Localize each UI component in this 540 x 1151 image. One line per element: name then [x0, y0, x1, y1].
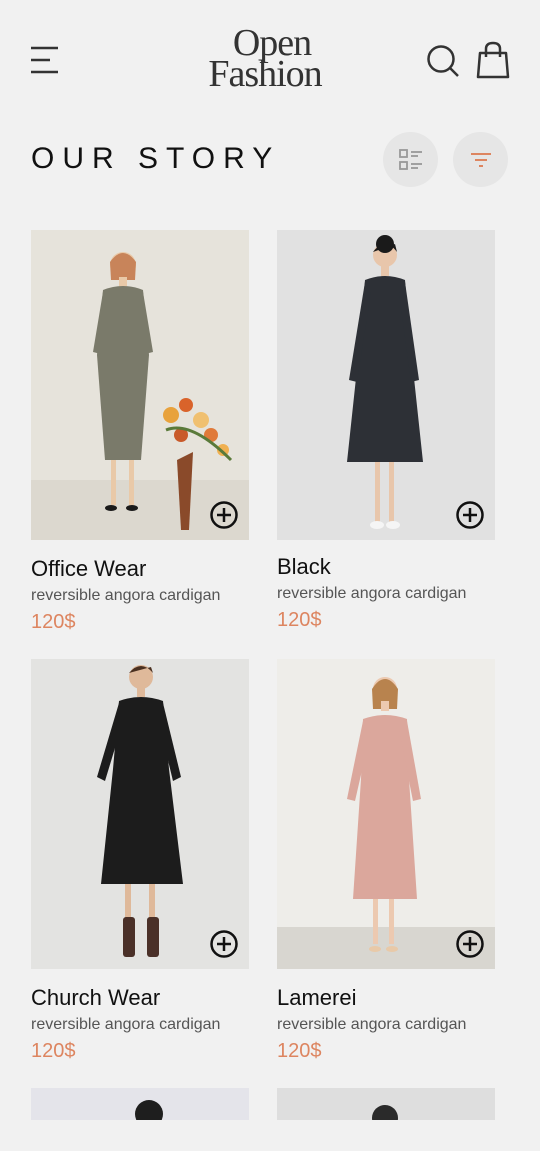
product-description: reversible angora cardigan	[277, 1016, 467, 1033]
product-card[interactable]: Office Wear reversible angora cardigan 1…	[31, 230, 249, 634]
product-name[interactable]: Lamerei	[277, 985, 495, 1011]
model-figure	[31, 1088, 249, 1120]
logo-text-line2: Fashion	[208, 53, 322, 95]
product-price: 120$	[277, 609, 322, 631]
product-description: reversible angora cardigan	[277, 585, 467, 602]
plus-circle-icon	[210, 930, 238, 958]
product-image-partial[interactable]	[277, 1088, 495, 1120]
brand-logo[interactable]: Open Fashion	[185, 24, 345, 95]
section-title: OUR STORY	[31, 142, 281, 175]
product-description: reversible angora cardigan	[31, 1016, 221, 1033]
model-figure	[277, 659, 495, 969]
product-card[interactable]: Black reversible angora cardigan 120$	[277, 230, 495, 632]
product-name[interactable]: Church Wear	[31, 985, 249, 1011]
menu-button[interactable]	[28, 42, 64, 78]
product-image[interactable]	[277, 659, 495, 969]
product-card[interactable]: Church Wear reversible angora cardigan 1…	[31, 659, 249, 1063]
product-image[interactable]	[277, 230, 495, 540]
app-header: Open Fashion	[0, 0, 540, 120]
plus-circle-icon	[210, 501, 238, 529]
product-name[interactable]: Black	[277, 554, 495, 580]
product-image[interactable]	[31, 659, 249, 969]
model-figure	[277, 1088, 495, 1120]
product-price: 120$	[277, 1040, 322, 1062]
product-description: reversible angora cardigan	[31, 587, 221, 604]
add-to-cart-button[interactable]	[209, 500, 239, 530]
list-view-icon	[398, 148, 422, 170]
add-to-cart-button[interactable]	[455, 929, 485, 959]
view-toggle-button[interactable]	[383, 132, 438, 187]
product-name[interactable]: Office Wear	[31, 556, 249, 582]
filter-button[interactable]	[453, 132, 508, 187]
product-price: 120$	[31, 611, 76, 633]
plus-circle-icon	[456, 501, 484, 529]
model-figure	[277, 230, 495, 540]
search-button[interactable]	[424, 42, 462, 80]
add-to-cart-button[interactable]	[455, 500, 485, 530]
shopping-bag-icon	[476, 41, 510, 79]
filter-icon	[470, 152, 491, 167]
model-figure	[31, 230, 249, 540]
product-image[interactable]	[31, 230, 249, 540]
product-price: 120$	[31, 1040, 76, 1062]
cart-button[interactable]	[474, 40, 512, 80]
model-figure	[31, 659, 249, 969]
search-icon	[427, 45, 459, 77]
product-image-partial[interactable]	[31, 1088, 249, 1120]
add-to-cart-button[interactable]	[209, 929, 239, 959]
menu-icon	[31, 46, 58, 74]
product-card[interactable]: Lamerei reversible angora cardigan 120$	[277, 659, 495, 1063]
plus-circle-icon	[456, 930, 484, 958]
